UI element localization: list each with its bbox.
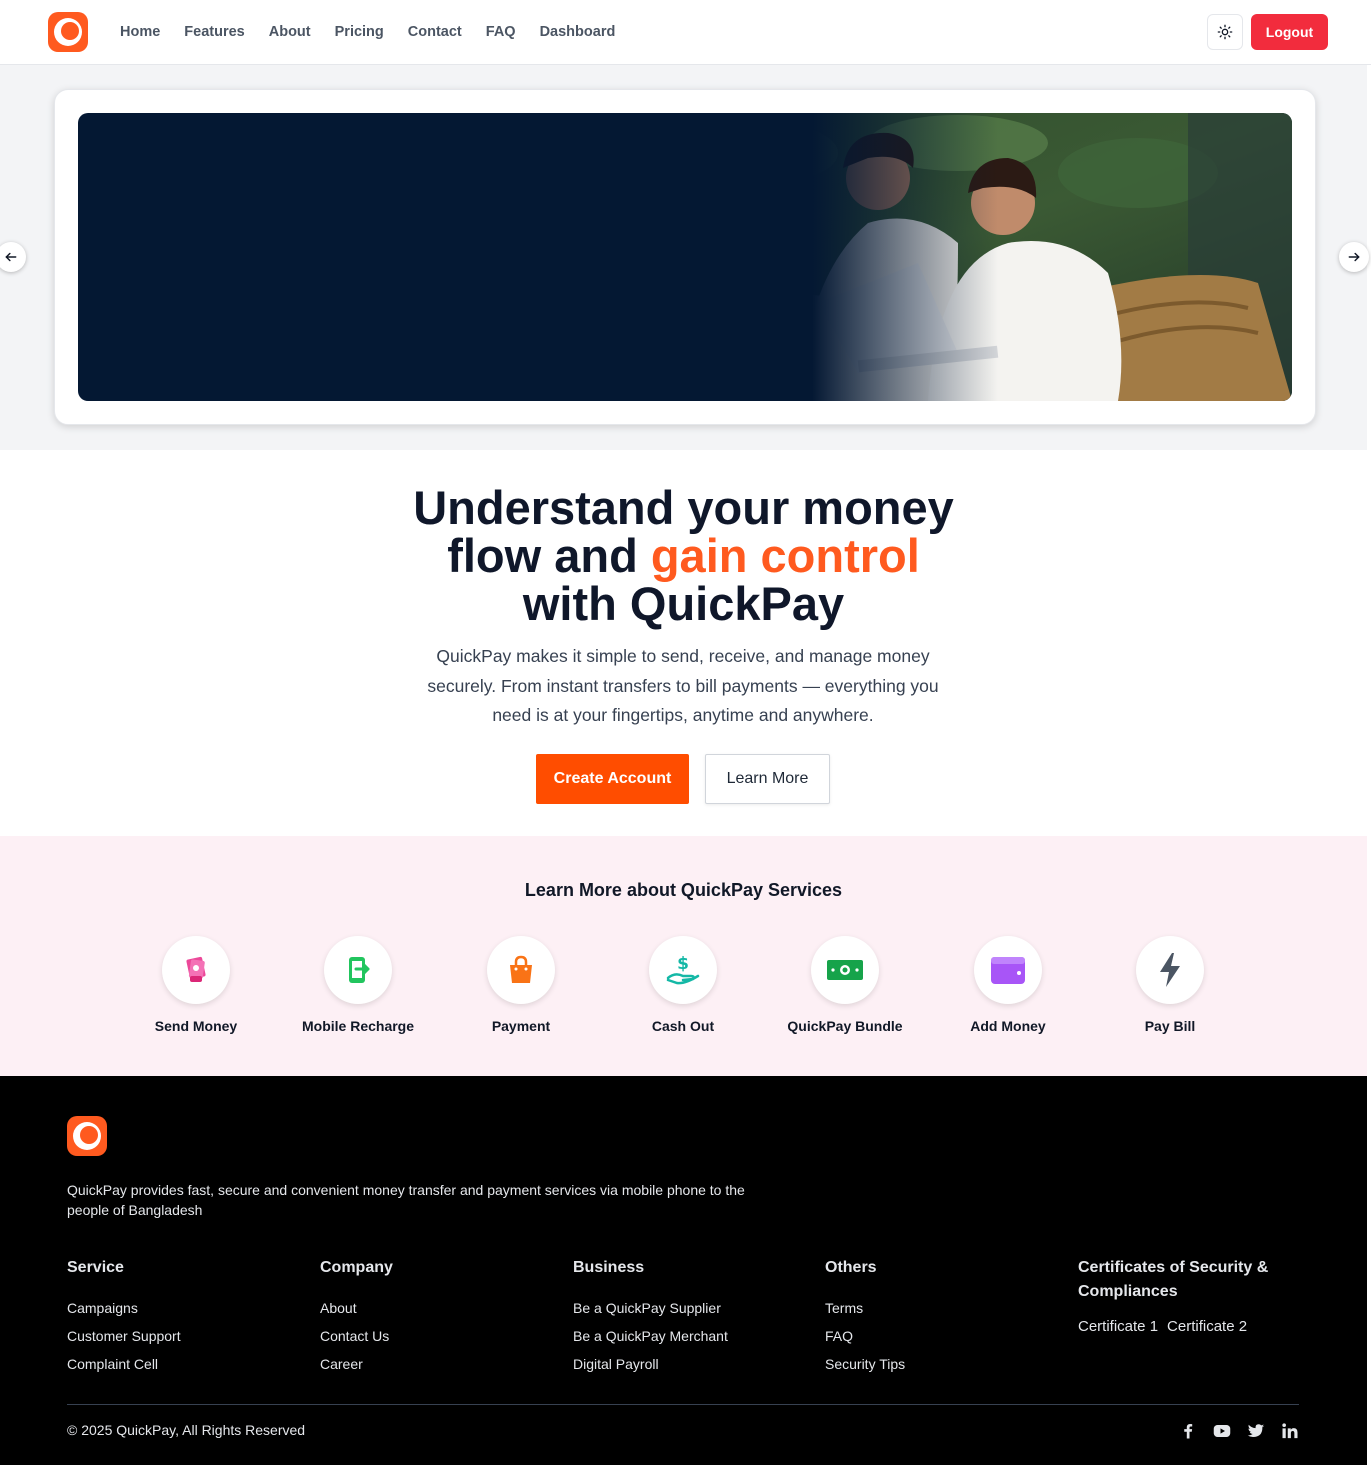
linkedin-link[interactable] [1279, 1420, 1301, 1442]
footer-link-security-tips[interactable]: Security Tips [825, 1350, 905, 1378]
nav-link-features[interactable]: Features [184, 22, 244, 42]
service-label: Send Money [154, 1018, 238, 1034]
certificates-title: Certificates of Security & Compliances [1078, 1259, 1269, 1300]
twitter-link[interactable] [1245, 1420, 1267, 1442]
learn-more-button[interactable]: Learn More [705, 754, 830, 804]
footer-column-others: Others Terms FAQ Security Tips [825, 1256, 905, 1378]
nav-link-contact[interactable]: Contact [408, 22, 462, 42]
services-title: Learn More about QuickPay Services [524, 880, 843, 900]
headline-line-1: Understand your money [413, 481, 954, 534]
certificates-row: Certificate 1 Certificate 2 [1078, 1318, 1298, 1335]
footer-quickpay-logo[interactable] [67, 1116, 107, 1156]
service-icon-circle [324, 936, 392, 1004]
service-icon-circle [811, 936, 879, 1004]
footer-certificates: Certificates of Security & Compliances C… [1078, 1256, 1298, 1335]
twitter-icon [1247, 1424, 1265, 1437]
service-pay-bill[interactable]: Pay Bill [1095, 936, 1245, 1034]
hero-lead-text: QuickPay makes it simple to send, receiv… [427, 646, 939, 725]
service-send-money[interactable]: Send Money [121, 936, 271, 1034]
nav-link-home[interactable]: Home [120, 22, 160, 42]
services-section: Learn More about QuickPay Services Send … [0, 836, 1367, 1076]
mobile-recharge-icon [349, 957, 370, 983]
service-label: Payment [491, 1018, 551, 1034]
navbar: Home Features About Pricing Contact FAQ … [0, 0, 1371, 65]
service-label: Pay Bill [1144, 1018, 1196, 1034]
cash-out-hand-icon: $ [666, 954, 700, 985]
footer-link-merchant[interactable]: Be a QuickPay Merchant [573, 1322, 728, 1350]
banknote-icon [827, 960, 863, 980]
service-icon-circle: $ [649, 936, 717, 1004]
footer-description: QuickPay provides fast, secure and conve… [67, 1182, 745, 1218]
hero-headline: Understand your money flow and gain cont… [0, 484, 1367, 628]
carousel-next-button[interactable] [1339, 242, 1369, 272]
footer-link-digital-payroll[interactable]: Digital Payroll [573, 1350, 728, 1378]
nav-links: Home Features About Pricing Contact FAQ … [108, 22, 627, 42]
service-cash-out[interactable]: $ Cash Out [608, 936, 758, 1034]
service-mobile-recharge[interactable]: Mobile Recharge [283, 936, 433, 1034]
footer-column-company: Company About Contact Us Career [320, 1256, 393, 1378]
footer-column-business: Business Be a QuickPay Supplier Be a Qui… [573, 1256, 728, 1378]
arrow-right-icon [1348, 252, 1360, 262]
service-quickpay-bundle[interactable]: QuickPay Bundle [770, 936, 920, 1034]
certificate-image-2: Certificate 2 [1167, 1318, 1248, 1335]
headline-line-3: with QuickPay [522, 577, 845, 630]
footer-link-supplier[interactable]: Be a QuickPay Supplier [573, 1294, 728, 1322]
headline-line-2: flow and [447, 529, 651, 582]
footer-column-title: Others [825, 1259, 877, 1276]
headline-accent: gain control [650, 529, 920, 582]
logout-button[interactable]: Logout [1251, 14, 1328, 50]
theme-toggle-button[interactable] [1207, 14, 1243, 50]
footer-link-about[interactable]: About [320, 1294, 393, 1322]
service-icon-circle [162, 936, 230, 1004]
quickpay-logo[interactable] [48, 12, 88, 52]
footer: QuickPay provides fast, secure and conve… [0, 1076, 1367, 1465]
footer-link-terms[interactable]: Terms [825, 1294, 905, 1322]
money-hand-icon [186, 956, 206, 982]
linkedin-icon [1282, 1423, 1298, 1439]
service-add-money[interactable]: Add Money [933, 936, 1083, 1034]
service-icon-circle [1136, 936, 1204, 1004]
youtube-link[interactable] [1211, 1420, 1233, 1442]
footer-link-career[interactable]: Career [320, 1350, 393, 1378]
hero-banner-image [78, 113, 1292, 401]
certificate-image-1: Certificate 1 [1078, 1318, 1159, 1335]
youtube-icon [1213, 1425, 1231, 1437]
wallet-icon [991, 957, 1025, 984]
shopping-bag-icon [510, 955, 532, 983]
service-label: Add Money [970, 1018, 1046, 1034]
nav-link-dashboard[interactable]: Dashboard [540, 22, 616, 42]
service-icon-circle [974, 936, 1042, 1004]
nav-link-faq[interactable]: FAQ [486, 22, 516, 42]
footer-column-title: Service [67, 1259, 124, 1276]
footer-column-service: Service Campaigns Customer Support Compl… [67, 1256, 181, 1378]
lightning-icon [1160, 953, 1180, 987]
sun-icon [1217, 24, 1233, 40]
service-label: QuickPay Bundle [787, 1018, 903, 1034]
footer-link-customer-support[interactable]: Customer Support [67, 1322, 181, 1350]
create-account-button[interactable]: Create Account [536, 754, 689, 804]
footer-column-title: Business [573, 1259, 645, 1276]
footer-column-title: Company [320, 1259, 393, 1276]
service-label: Cash Out [651, 1018, 715, 1034]
facebook-link[interactable] [1177, 1420, 1199, 1442]
nav-link-about[interactable]: About [269, 22, 311, 42]
footer-link-campaigns[interactable]: Campaigns [67, 1294, 181, 1322]
facebook-icon [1184, 1424, 1193, 1439]
footer-divider [67, 1404, 1299, 1405]
footer-link-faq[interactable]: FAQ [825, 1322, 905, 1350]
footer-link-contact-us[interactable]: Contact Us [320, 1322, 393, 1350]
service-payment[interactable]: Payment [446, 936, 596, 1034]
nav-link-pricing[interactable]: Pricing [335, 22, 384, 42]
svg-text:$: $ [677, 954, 689, 974]
service-label: Mobile Recharge [301, 1018, 415, 1034]
service-icon-circle [487, 936, 555, 1004]
arrow-left-icon [5, 252, 17, 262]
copyright-text: © 2025 QuickPay, All Rights Reserved [67, 1422, 306, 1438]
footer-link-complaint-cell[interactable]: Complaint Cell [67, 1350, 181, 1378]
